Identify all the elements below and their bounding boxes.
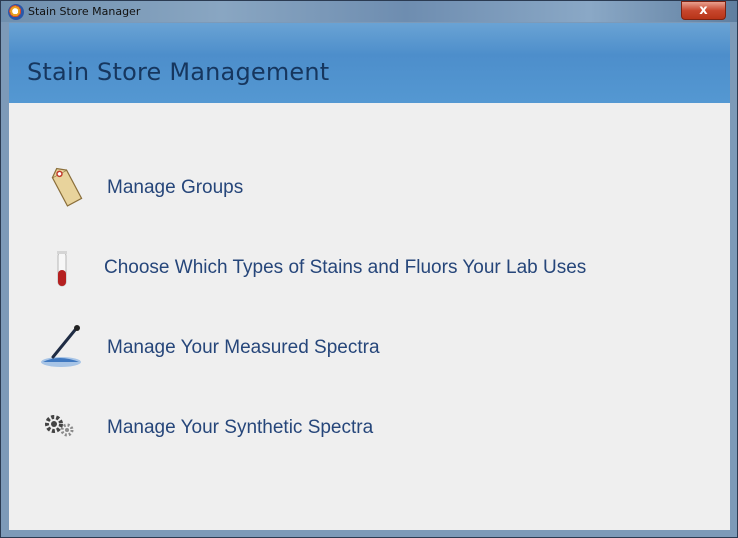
synthetic-spectra-link[interactable]: Manage Your Synthetic Spectra — [9, 406, 709, 450]
app-window: Stain Store Manager x Stain Store Manage… — [0, 0, 738, 538]
header-banner: Stain Store Management — [9, 23, 730, 103]
menu-item-label: Choose Which Types of Stains and Fluors … — [104, 257, 587, 278]
close-button[interactable]: x — [681, 1, 726, 20]
menu-item-label: Manage Your Measured Spectra — [107, 337, 380, 358]
window-title: Stain Store Manager — [28, 5, 141, 18]
menu-panel: Manage Groups Choose Which Types of Stai… — [9, 103, 730, 530]
choose-stain-types-link[interactable]: Choose Which Types of Stains and Fluors … — [9, 246, 709, 290]
app-icon — [8, 4, 24, 20]
manage-groups-link[interactable]: Manage Groups — [9, 166, 709, 210]
tag-icon — [45, 164, 89, 208]
page-title: Stain Store Management — [27, 58, 330, 86]
menu-item-label: Manage Your Synthetic Spectra — [107, 417, 374, 438]
dropper-icon — [39, 324, 83, 368]
gears-icon — [41, 408, 85, 452]
title-bar[interactable]: Stain Store Manager x — [1, 1, 737, 22]
test-tube-icon — [47, 246, 91, 290]
measured-spectra-link[interactable]: Manage Your Measured Spectra — [9, 324, 709, 370]
menu-item-label: Manage Groups — [107, 177, 244, 198]
